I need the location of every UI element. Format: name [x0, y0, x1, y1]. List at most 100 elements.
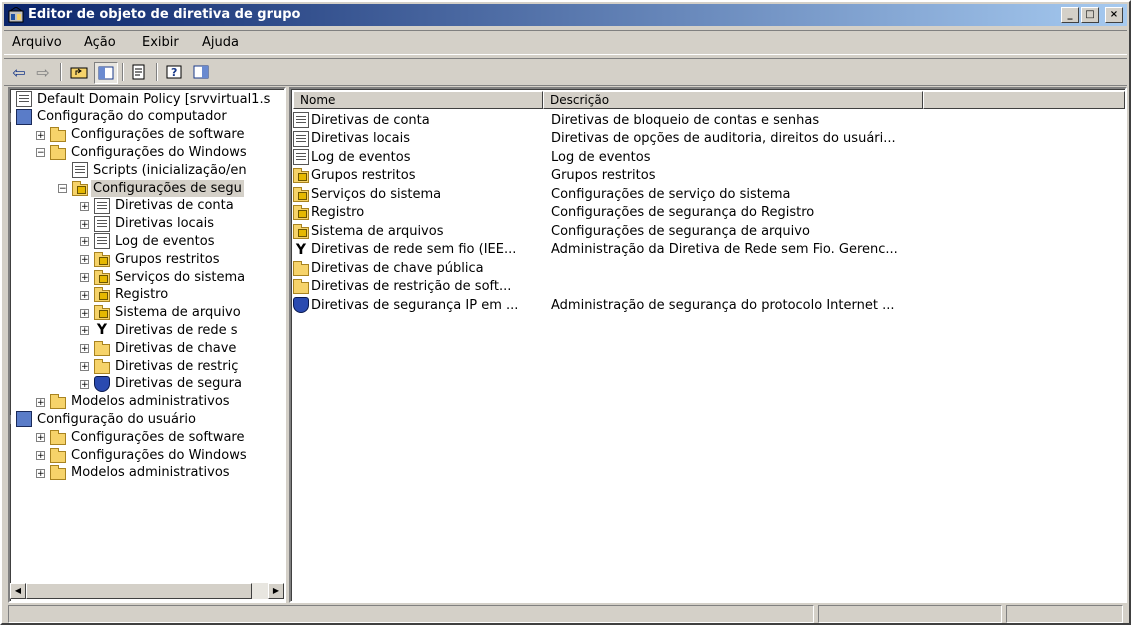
- lock-folder-icon: [94, 305, 110, 321]
- column-header-empty[interactable]: [923, 91, 1125, 109]
- column-header-description[interactable]: Descrição: [543, 91, 923, 109]
- menu-ajuda[interactable]: Ajuda: [202, 35, 239, 50]
- folder-icon: [50, 429, 66, 445]
- list-item[interactable]: Diretivas de chave pública: [293, 259, 551, 277]
- list-item[interactable]: Log de eventos Log de eventos: [293, 148, 651, 166]
- list-item[interactable]: Diretivas de restrição de soft...: [293, 278, 551, 296]
- collapse-icon[interactable]: −: [36, 148, 45, 158]
- tree-node[interactable]: + Grupos restritos: [80, 250, 221, 268]
- tree-node[interactable]: − Configurações do Windows: [36, 143, 249, 161]
- tree-node[interactable]: + Configurações de software: [36, 428, 246, 446]
- collapse-icon[interactable]: −: [10, 112, 11, 122]
- scroll-right-icon[interactable]: ▶: [268, 583, 284, 599]
- menu-arquivo[interactable]: Arquivo: [12, 35, 62, 50]
- tree-node[interactable]: + Diretivas de restriç: [80, 357, 240, 375]
- tree-node[interactable]: + Sistema de arquivo: [80, 304, 243, 322]
- maximize-button[interactable]: □: [1081, 7, 1099, 23]
- close-button[interactable]: ×: [1105, 7, 1123, 23]
- tree-node-label: Diretivas de conta: [115, 198, 234, 214]
- column-header-name[interactable]: Nome: [293, 91, 543, 109]
- list-item[interactable]: Diretivas de segurança IP em ... Administ…: [293, 296, 894, 314]
- tree-node[interactable]: + Modelos administrativos: [36, 464, 232, 482]
- tree-pane-icon: [98, 66, 114, 80]
- expand-icon[interactable]: +: [36, 130, 45, 140]
- folder-icon: [50, 144, 66, 160]
- title-bar[interactable]: Editor de objeto de diretiva de grupo _ …: [4, 4, 1127, 26]
- menu-bar: Arquivo Ação Exibir Ajuda: [4, 30, 1127, 55]
- tree-node-label: Modelos administrativos: [71, 394, 230, 410]
- tree-node[interactable]: − Configuração do usuário: [10, 410, 198, 428]
- collapse-icon[interactable]: −: [58, 184, 67, 194]
- expand-icon[interactable]: +: [36, 397, 45, 407]
- expand-icon[interactable]: +: [80, 201, 89, 211]
- expand-icon[interactable]: +: [80, 379, 89, 389]
- tree-node[interactable]: + Diretivas de segura: [80, 375, 244, 393]
- lock-folder-icon: [293, 168, 309, 183]
- tree-node[interactable]: + Log de eventos: [80, 232, 217, 250]
- menu-acao[interactable]: Ação: [84, 35, 116, 50]
- list-item-description: Configurações de segurança de arquivo: [551, 223, 810, 239]
- tree-node[interactable]: − Configurações de segu: [58, 179, 244, 197]
- expand-icon[interactable]: +: [36, 468, 45, 478]
- expand-icon[interactable]: +: [80, 273, 89, 283]
- list-item[interactable]: Diretivas de conta Diretivas de bloqueio …: [293, 111, 819, 129]
- tree-node[interactable]: + Diretivas locais: [80, 215, 216, 233]
- list-item[interactable]: Y Diretivas de rede sem fio (IEE... Admini…: [293, 241, 898, 259]
- up-level-button[interactable]: [68, 62, 90, 82]
- expand-icon[interactable]: +: [36, 451, 45, 461]
- expand-icon[interactable]: +: [80, 255, 89, 265]
- list-item[interactable]: Registro Configurações de segurança do Re…: [293, 204, 814, 222]
- antenna-icon: Y: [96, 322, 108, 339]
- scroll-left-icon[interactable]: ◀: [10, 583, 26, 599]
- menu-exibir[interactable]: Exibir: [142, 35, 179, 50]
- scroll-thumb[interactable]: [26, 583, 252, 599]
- tree-node[interactable]: Default Domain Policy [srvvirtual1.s: [16, 90, 272, 108]
- expand-icon[interactable]: +: [80, 362, 89, 372]
- toolbar-separator: [122, 63, 124, 81]
- tree-node[interactable]: + Configurações de software: [36, 126, 246, 144]
- minimize-button[interactable]: _: [1061, 7, 1079, 23]
- forward-arrow-icon: ⇨: [36, 62, 50, 82]
- tree-node[interactable]: + Diretivas de chave: [80, 339, 238, 357]
- tree-node-label: Registro: [115, 287, 169, 303]
- details-pane[interactable]: Nome Descrição Diretivas de conta Diretiv…: [289, 87, 1127, 603]
- expand-icon[interactable]: +: [80, 308, 89, 318]
- back-button[interactable]: ⇦: [8, 62, 30, 82]
- tree-horizontal-scrollbar[interactable]: ◀ ▶: [10, 583, 284, 599]
- show-tree-button[interactable]: [94, 62, 118, 84]
- list-item[interactable]: Grupos restritos Grupos restritos: [293, 167, 655, 185]
- show-action-pane-button[interactable]: [190, 62, 212, 82]
- expand-icon[interactable]: +: [36, 433, 45, 443]
- list-item[interactable]: Sistema de arquivos Configurações de segu…: [293, 222, 810, 240]
- expand-icon[interactable]: +: [80, 344, 89, 354]
- expand-icon[interactable]: +: [80, 290, 89, 300]
- policy-icon: [94, 215, 110, 232]
- list-item-name: Sistema de arquivos: [311, 223, 444, 239]
- shield-icon: [293, 297, 309, 313]
- export-list-button[interactable]: [128, 62, 150, 82]
- tree-node[interactable]: + Y Diretivas de rede s: [80, 321, 240, 339]
- list-item-description: Configurações de segurança do Registro: [551, 205, 815, 220]
- forward-button[interactable]: ⇨: [32, 62, 54, 82]
- tree-node[interactable]: Scripts (inicialização/en: [72, 161, 249, 179]
- list-item[interactable]: Diretivas locais Diretivas de opções de a…: [293, 130, 896, 148]
- help-button[interactable]: ?: [164, 62, 186, 82]
- tree-node[interactable]: − Configuração do computador: [10, 108, 229, 126]
- collapse-icon[interactable]: −: [10, 415, 11, 425]
- tree-node[interactable]: + Serviços do sistema: [80, 268, 247, 286]
- list-item[interactable]: Serviços do sistema Configurações de serv…: [293, 185, 791, 203]
- folder-icon: [94, 340, 110, 356]
- tree-pane[interactable]: Default Domain Policy [srvvirtual1.s − Con…: [8, 87, 286, 603]
- expand-icon[interactable]: +: [80, 237, 89, 247]
- tree-node[interactable]: + Modelos administrativos: [36, 393, 232, 411]
- tree-node[interactable]: + Configurações do Windows: [36, 446, 249, 464]
- tree-node[interactable]: + Registro: [80, 286, 170, 304]
- expand-icon[interactable]: +: [80, 219, 89, 229]
- tree-node-label: Scripts (inicialização/en: [93, 162, 247, 178]
- expand-icon[interactable]: +: [80, 326, 89, 336]
- tree-node-label: Configurações de software: [71, 127, 245, 143]
- folder-icon: [50, 394, 66, 410]
- tree-node-label: Default Domain Policy [srvvirtual1.s: [37, 91, 271, 107]
- tree-node[interactable]: + Diretivas de conta: [80, 197, 236, 215]
- list-item-description: Grupos restritos: [551, 168, 656, 183]
